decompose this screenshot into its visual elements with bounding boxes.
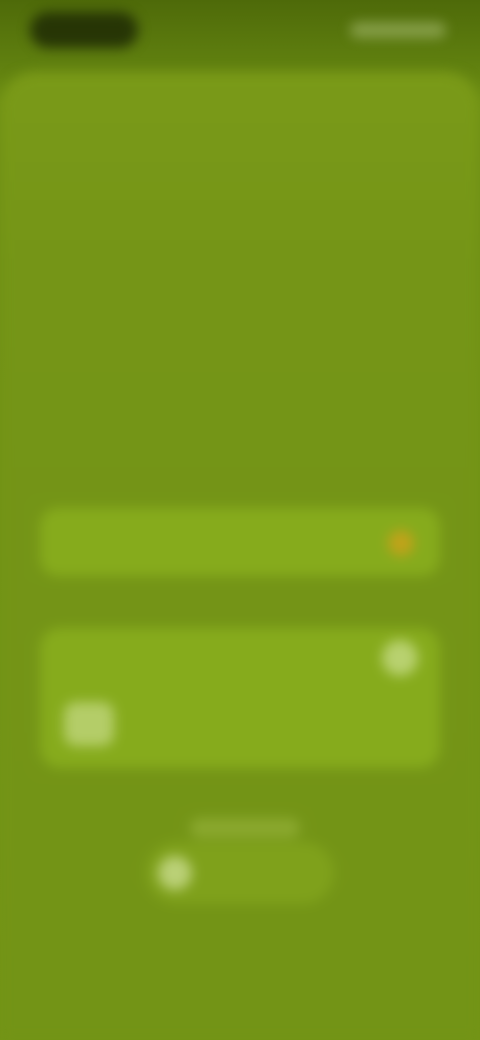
- primary-row-card[interactable]: [40, 508, 440, 576]
- status-bar: [0, 0, 480, 60]
- circle-icon: [158, 856, 192, 890]
- circle-icon[interactable]: [382, 640, 418, 676]
- bottom-glow: [190, 818, 300, 838]
- bottom-action-button[interactable]: [146, 842, 334, 904]
- blurred-content: [0, 0, 480, 1040]
- detail-card[interactable]: [40, 628, 440, 768]
- header: [0, 140, 480, 150]
- image-icon: [64, 702, 114, 746]
- status-time-pill: [30, 12, 138, 48]
- detail-row[interactable]: [64, 702, 414, 746]
- status-dot-icon: [388, 530, 414, 556]
- app-screen: [0, 0, 480, 1040]
- status-indicators: [350, 22, 446, 38]
